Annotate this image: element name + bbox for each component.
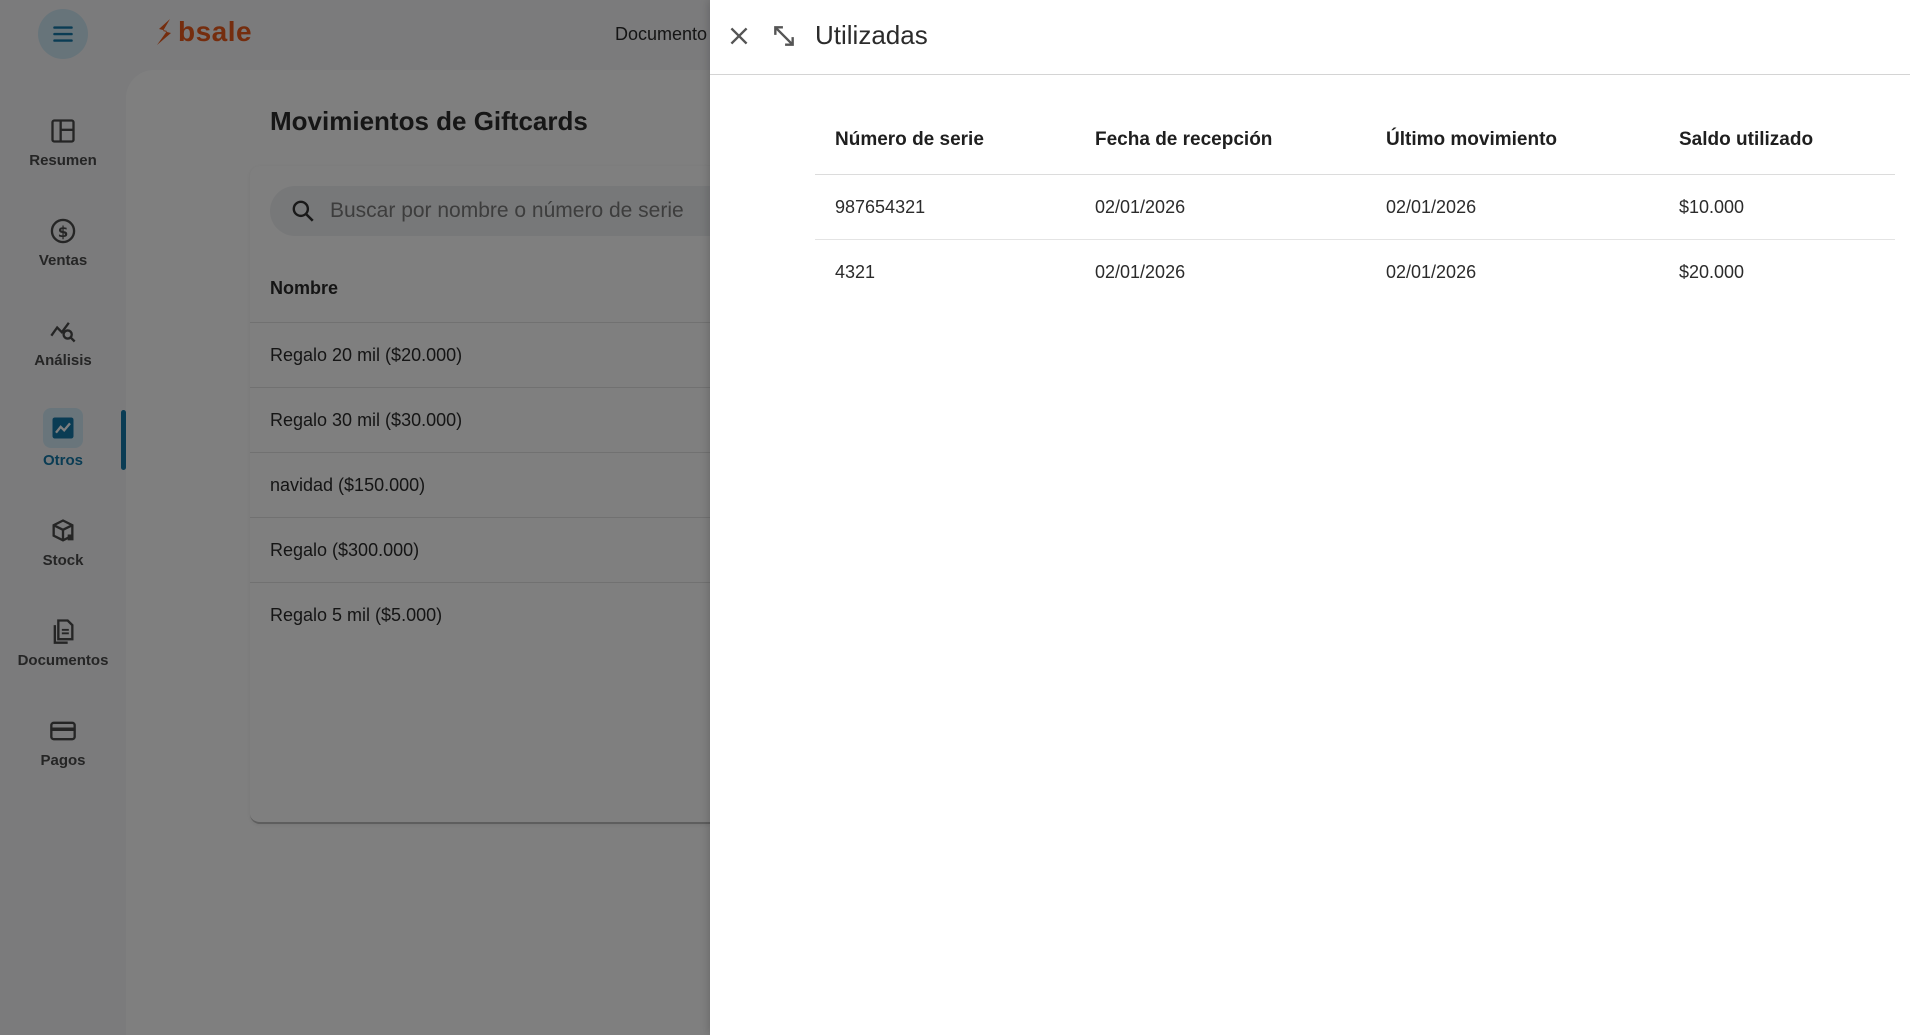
column-header-numero-serie: Número de serie — [835, 129, 984, 150]
drawer-title: Utilizadas — [815, 20, 928, 50]
expand-icon — [774, 26, 794, 46]
utilizadas-table: Número de serie Fecha de recepción Últim… — [815, 106, 1895, 304]
cell-saldo-utilizado: $20.000 — [1679, 261, 1745, 282]
expand-button[interactable] — [766, 18, 802, 54]
cell-fecha-recepcion: 02/01/2026 — [1095, 196, 1186, 217]
cell-saldo-utilizado: $10.000 — [1679, 196, 1745, 217]
cell-numero-serie: 4321 — [835, 261, 876, 282]
column-header-saldo-utilizado: Saldo utilizado — [1679, 129, 1814, 150]
close-button[interactable] — [721, 18, 757, 54]
table-header: Número de serie Fecha de recepción Últim… — [815, 106, 1895, 175]
column-header-ultimo-movimiento: Último movimiento — [1386, 129, 1558, 150]
table-row[interactable]: 987654321 02/01/2026 02/01/2026 $10.000 — [815, 175, 1895, 240]
drawer-header: Utilizadas — [710, 0, 1910, 75]
table-row[interactable]: 4321 02/01/2026 02/01/2026 $20.000 — [815, 240, 1895, 304]
column-header-fecha-recepcion: Fecha de recepción — [1095, 129, 1273, 150]
cell-numero-serie: 987654321 — [835, 196, 926, 217]
close-icon — [730, 27, 748, 45]
cell-fecha-recepcion: 02/01/2026 — [1095, 261, 1186, 282]
cell-ultimo-movimiento: 02/01/2026 — [1386, 261, 1477, 282]
cell-ultimo-movimiento: 02/01/2026 — [1386, 196, 1477, 217]
utilizadas-drawer: Utilizadas Número de serie Fecha de rece… — [710, 0, 1910, 1035]
